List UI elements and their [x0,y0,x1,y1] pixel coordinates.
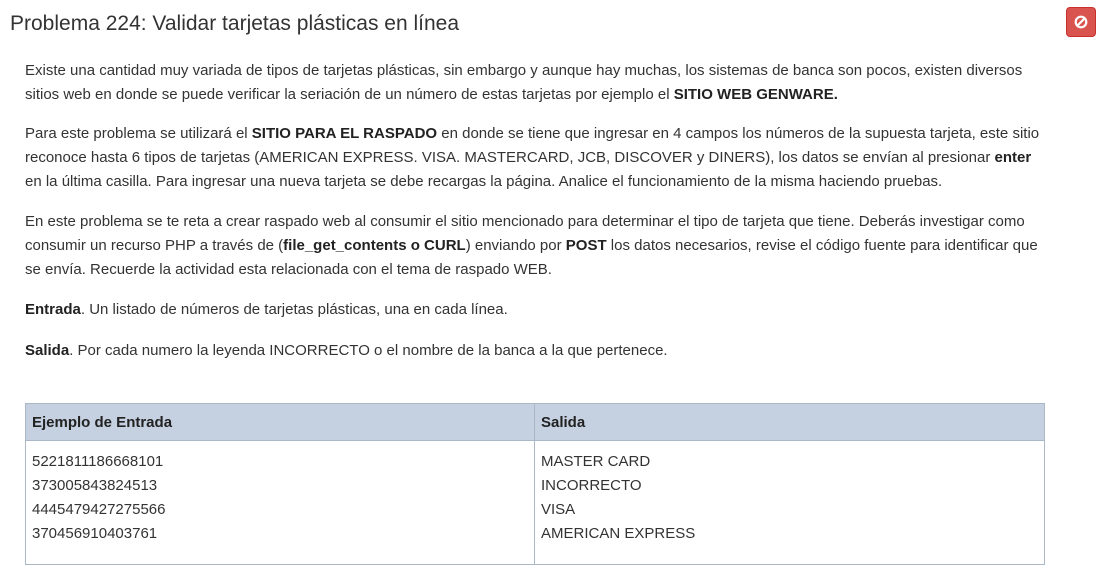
paragraph-output: Salida. Por cada numero la leyenda INCOR… [25,339,1045,363]
input-line: 373005843824513 [32,477,158,494]
input-cell: 5221811186668101 373005843824513 4445479… [25,440,535,565]
text: . Por cada numero la leyenda INCORRECTO … [69,342,668,359]
header-input: Ejemplo de Entrada [25,403,535,441]
page-title: Problema 224: Validar tarjetas plásticas… [10,12,460,35]
text: ) enviando por [465,237,566,254]
output-label: Salida [25,342,70,359]
input-line: 370456910403761 [32,525,158,542]
genware-site-text: SITIO WEB GENWARE. [673,86,838,103]
post-text: POST [565,237,607,254]
stop-button[interactable] [1066,7,1096,37]
text: Existe una cantidad muy variada de tipos… [25,62,1023,103]
enter-key-text: enter [994,149,1032,166]
paragraph-site: Para este problema se utilizará el SITIO… [25,122,1045,194]
output-line: MASTER CARD [541,453,651,470]
curl-text: file_get_contents o CURL [283,237,466,254]
paragraph-input: Entrada. Un listado de números de tarjet… [25,298,1045,322]
output-line: VISA [541,501,576,518]
paragraph-challenge: En este problema se te reta a crear rasp… [25,210,1045,282]
text: . Un listado de números de tarjetas plás… [80,301,508,318]
problem-description: Existe una cantidad muy variada de tipos… [25,59,1045,377]
ban-icon [1074,15,1088,29]
input-line: 4445479427275566 [32,501,166,518]
output-line: AMERICAN EXPRESS [541,525,696,542]
table-row: 5221811186668101 373005843824513 4445479… [25,440,1045,565]
header-output: Salida [534,403,1045,441]
output-cell: MASTER CARD INCORRECTO VISA AMERICAN EXP… [534,440,1045,565]
input-label: Entrada [25,301,81,318]
example-table: Ejemplo de Entrada Salida 52218111866681… [25,403,1045,565]
table-header-row: Ejemplo de Entrada Salida [25,403,1045,441]
output-line: INCORRECTO [541,477,642,494]
text: Para este problema se utilizará el [25,125,252,142]
text: en la última casilla. Para ingresar una … [25,173,943,190]
input-line: 5221811186668101 [32,453,164,470]
paragraph-intro: Existe una cantidad muy variada de tipos… [25,59,1045,107]
scraping-site-text: SITIO PARA EL RASPADO [251,125,438,142]
